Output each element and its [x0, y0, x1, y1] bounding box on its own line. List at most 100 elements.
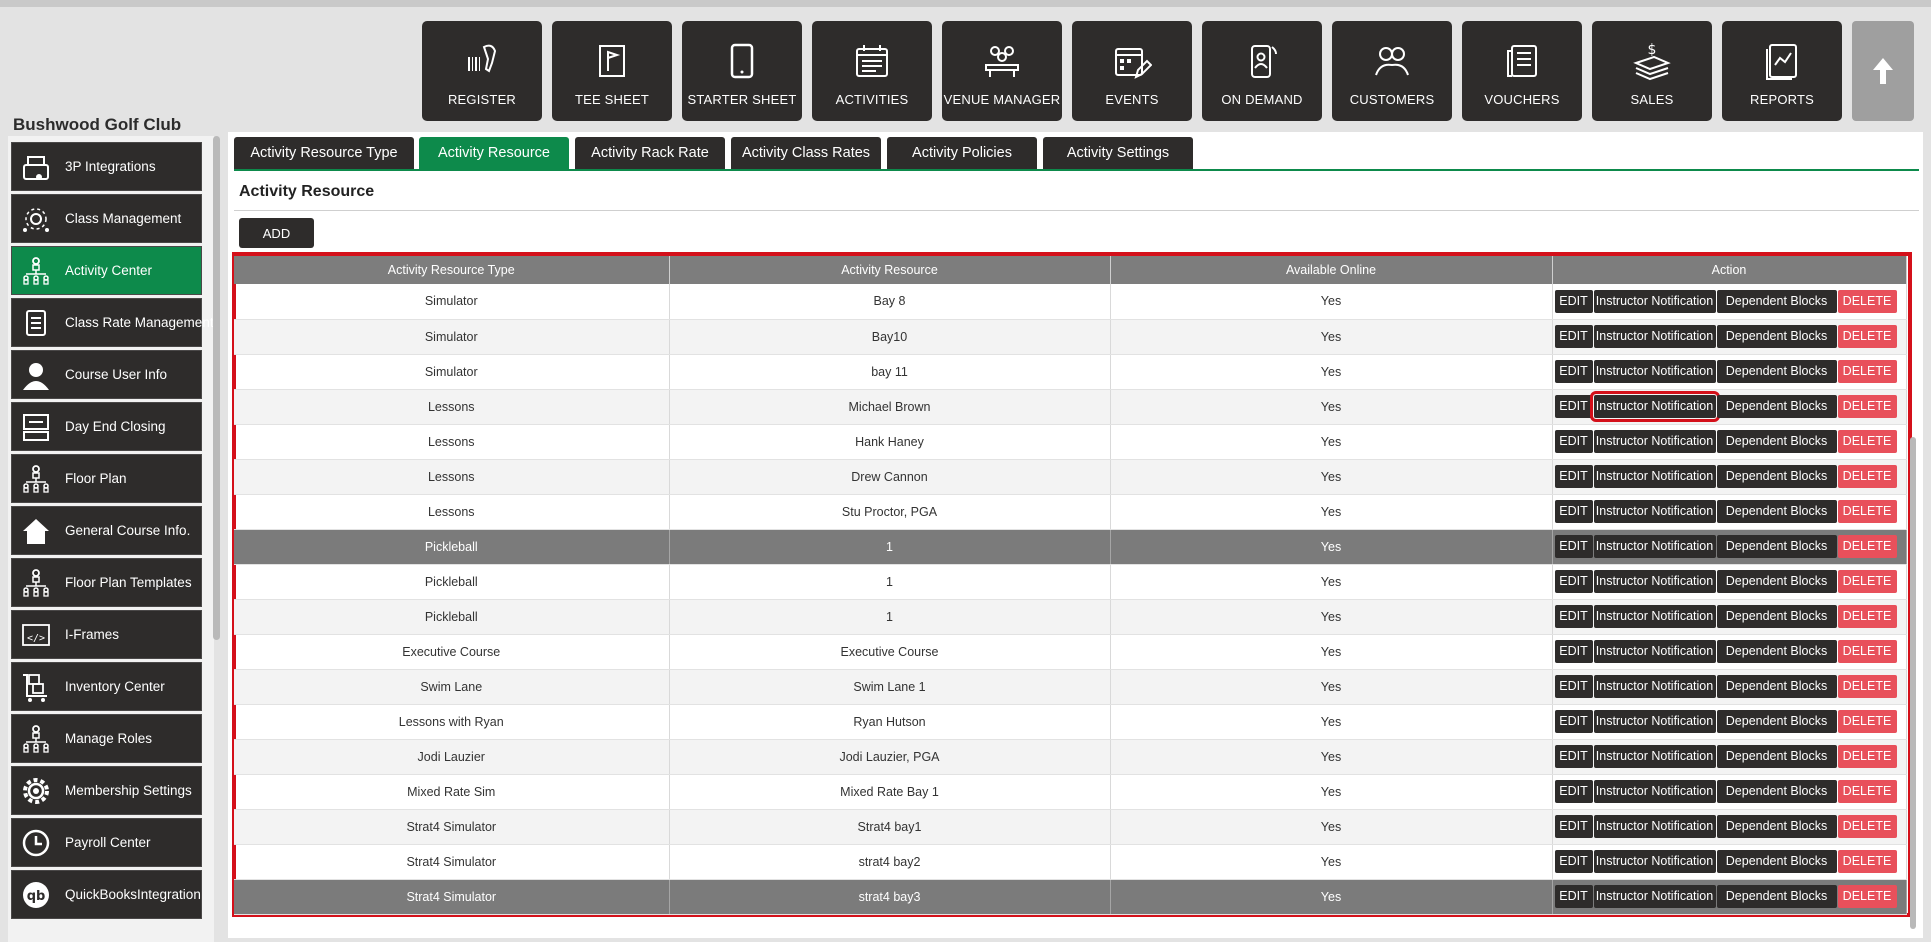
edit-button[interactable]: EDIT — [1554, 710, 1593, 733]
delete-button[interactable]: DELETE — [1837, 675, 1897, 698]
table-row[interactable]: Lessons with Ryan Ryan Hutson Yes EDIT Instr… — [234, 704, 1907, 740]
tab-activity-resource[interactable]: Activity Resource — [419, 137, 569, 169]
table-row[interactable]: Strat4 Simulator Strat4 bay1 Yes EDIT Instru… — [234, 809, 1907, 845]
table-row[interactable]: Simulator Bay10 Yes EDIT Instructor Notifica… — [234, 319, 1907, 355]
instructor-notification-button[interactable]: Instructor Notification — [1593, 465, 1716, 488]
table-row[interactable]: Strat4 Simulator strat4 bay2 Yes EDIT Instru… — [234, 844, 1907, 880]
table-row[interactable]: Jodi Lauzier Jodi Lauzier, PGA Yes EDIT Inst… — [234, 739, 1907, 775]
dependent-blocks-button[interactable]: Dependent Blocks — [1716, 570, 1837, 593]
instructor-notification-button[interactable]: Instructor Notification — [1589, 391, 1720, 422]
edit-button[interactable]: EDIT — [1554, 289, 1593, 313]
nav-events-button[interactable]: EVENTS — [1072, 21, 1192, 121]
nav-starter-sheet-button[interactable]: STARTER SHEET — [682, 21, 802, 121]
edit-button[interactable]: EDIT — [1554, 850, 1593, 873]
edit-button[interactable]: EDIT — [1554, 430, 1593, 453]
table-row[interactable]: Mixed Rate Sim Mixed Rate Bay 1 Yes EDIT Ins… — [234, 774, 1907, 810]
delete-button[interactable]: DELETE — [1837, 885, 1897, 908]
nav-activities-button[interactable]: ACTIVITIES — [812, 21, 932, 121]
edit-button[interactable]: EDIT — [1554, 780, 1593, 803]
dependent-blocks-button[interactable]: Dependent Blocks — [1716, 640, 1837, 663]
sidebar-item-general-course-info[interactable]: General Course Info. — [11, 506, 202, 555]
sidebar-item-manage-roles[interactable]: Manage Roles — [11, 714, 202, 763]
delete-button[interactable]: DELETE — [1837, 745, 1897, 768]
table-row[interactable]: Pickleball 1 Yes EDIT Instructor Notificatio… — [234, 599, 1907, 635]
instructor-notification-button[interactable]: Instructor Notification — [1593, 710, 1716, 733]
dependent-blocks-button[interactable]: Dependent Blocks — [1716, 605, 1837, 628]
sidebar-item-i-frames[interactable]: </> I-Frames — [11, 610, 202, 659]
table-row[interactable]: Executive Course Executive Course Yes EDIT I… — [234, 634, 1907, 670]
dependent-blocks-button[interactable]: Dependent Blocks — [1716, 325, 1837, 348]
instructor-notification-button[interactable]: Instructor Notification — [1593, 430, 1716, 453]
sidebar-item-floor-plan-templates[interactable]: Floor Plan Templates — [11, 558, 202, 607]
dependent-blocks-button[interactable]: Dependent Blocks — [1716, 465, 1837, 488]
dependent-blocks-button[interactable]: Dependent Blocks — [1716, 850, 1837, 873]
instructor-notification-button[interactable]: Instructor Notification — [1593, 780, 1716, 803]
instructor-notification-button[interactable]: Instructor Notification — [1593, 360, 1716, 383]
dependent-blocks-button[interactable]: Dependent Blocks — [1716, 675, 1837, 698]
tab-activity-rack-rate[interactable]: Activity Rack Rate — [575, 137, 725, 169]
dependent-blocks-button[interactable]: Dependent Blocks — [1716, 360, 1837, 383]
sidebar-item-day-end-closing[interactable]: Day End Closing — [11, 402, 202, 451]
scroll-top-button[interactable] — [1852, 21, 1914, 121]
delete-button[interactable]: DELETE — [1837, 360, 1897, 383]
edit-button[interactable]: EDIT — [1554, 360, 1593, 383]
dependent-blocks-button[interactable]: Dependent Blocks — [1716, 289, 1837, 313]
delete-button[interactable]: DELETE — [1837, 850, 1897, 873]
table-row[interactable]: Swim Lane Swim Lane 1 Yes EDIT Instructor No… — [234, 669, 1907, 705]
delete-button[interactable]: DELETE — [1837, 430, 1897, 453]
dependent-blocks-button[interactable]: Dependent Blocks — [1716, 780, 1837, 803]
table-row[interactable]: Strat4 Simulator strat4 bay3 Yes EDIT Instru… — [234, 879, 1907, 915]
delete-button[interactable]: DELETE — [1837, 815, 1897, 838]
instructor-notification-button[interactable]: Instructor Notification — [1593, 640, 1716, 663]
tab-activity-resource-type[interactable]: Activity Resource Type — [234, 137, 414, 169]
instructor-notification-button[interactable]: Instructor Notification — [1593, 745, 1716, 768]
instructor-notification-button[interactable]: Instructor Notification — [1593, 500, 1716, 523]
nav-on-demand-button[interactable]: ON DEMAND — [1202, 21, 1322, 121]
delete-button[interactable]: DELETE — [1837, 710, 1897, 733]
table-row[interactable]: Simulator bay 11 Yes EDIT Instructor Notific… — [234, 354, 1907, 390]
tab-activity-class-rates[interactable]: Activity Class Rates — [731, 137, 881, 169]
edit-button[interactable]: EDIT — [1554, 535, 1593, 558]
table-row[interactable]: Lessons Michael Brown Yes EDIT Instructor No… — [234, 389, 1907, 425]
edit-button[interactable]: EDIT — [1554, 885, 1593, 908]
tab-activity-policies[interactable]: Activity Policies — [887, 137, 1037, 169]
instructor-notification-button[interactable]: Instructor Notification — [1593, 325, 1716, 348]
main-scrollbar[interactable] — [1910, 437, 1916, 929]
edit-button[interactable]: EDIT — [1554, 500, 1593, 523]
delete-button[interactable]: DELETE — [1837, 395, 1897, 418]
dependent-blocks-button[interactable]: Dependent Blocks — [1716, 395, 1837, 418]
dependent-blocks-button[interactable]: Dependent Blocks — [1716, 710, 1837, 733]
nav-venue-manager-button[interactable]: VENUE MANAGER — [942, 21, 1062, 121]
sidebar-item-payroll-center[interactable]: Payroll Center — [11, 818, 202, 867]
delete-button[interactable]: DELETE — [1837, 289, 1897, 313]
table-row[interactable]: Lessons Hank Haney Yes EDIT Instructor Notif… — [234, 424, 1907, 460]
dependent-blocks-button[interactable]: Dependent Blocks — [1716, 500, 1837, 523]
column-header[interactable]: Activity Resource Type — [234, 256, 670, 284]
edit-button[interactable]: EDIT — [1554, 465, 1593, 488]
sidebar-item-class-rate-management[interactable]: Class Rate Management — [11, 298, 214, 347]
edit-button[interactable]: EDIT — [1554, 570, 1593, 593]
sidebar-item-course-user-info[interactable]: Course User Info — [11, 350, 202, 399]
nav-tee-sheet-button[interactable]: TEE SHEET — [552, 21, 672, 121]
instructor-notification-button[interactable]: Instructor Notification — [1593, 289, 1716, 313]
nav-customers-button[interactable]: CUSTOMERS — [1332, 21, 1452, 121]
sidebar-item-class-management[interactable]: Class Management — [11, 194, 202, 243]
edit-button[interactable]: EDIT — [1554, 675, 1593, 698]
sidebar-item-quickbooksintegration[interactable]: qb QuickBooksIntegration — [11, 870, 202, 919]
table-row[interactable]: Lessons Drew Cannon Yes EDIT Instructor Noti… — [234, 459, 1907, 495]
delete-button[interactable]: DELETE — [1837, 605, 1897, 628]
instructor-notification-button[interactable]: Instructor Notification — [1593, 535, 1716, 558]
nav-sales-button[interactable]: $ SALES — [1592, 21, 1712, 121]
delete-button[interactable]: DELETE — [1837, 640, 1897, 663]
sidebar-item-activity-center[interactable]: Activity Center — [11, 246, 202, 295]
instructor-notification-button[interactable]: Instructor Notification — [1593, 885, 1716, 908]
instructor-notification-button[interactable]: Instructor Notification — [1593, 570, 1716, 593]
edit-button[interactable]: EDIT — [1554, 815, 1593, 838]
sidebar-item-3p-integrations[interactable]: 3P Integrations — [11, 142, 202, 191]
delete-button[interactable]: DELETE — [1837, 500, 1897, 523]
dependent-blocks-button[interactable]: Dependent Blocks — [1716, 815, 1837, 838]
delete-button[interactable]: DELETE — [1837, 535, 1897, 558]
edit-button[interactable]: EDIT — [1554, 745, 1593, 768]
instructor-notification-button[interactable]: Instructor Notification — [1593, 675, 1716, 698]
table-row[interactable]: Pickleball 1 Yes EDIT Instructor Notificatio… — [234, 529, 1907, 565]
